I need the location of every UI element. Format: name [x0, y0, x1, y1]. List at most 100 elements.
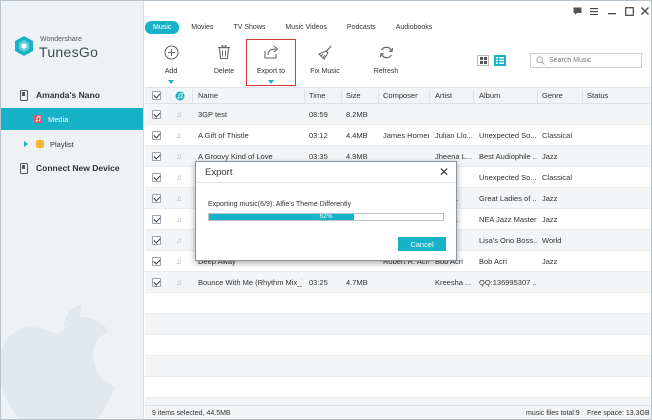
plus-icon	[163, 44, 179, 60]
cell-album: Best Audiophile ...	[479, 151, 537, 161]
phone-icon	[20, 162, 28, 174]
column-time[interactable]: Time	[309, 88, 325, 103]
cell-album: Lisa's Ono Boss...	[479, 235, 537, 245]
cell-artist: Kreesha ...	[435, 277, 472, 287]
empty-row	[145, 356, 651, 377]
cell-size: 4.4MB	[346, 130, 368, 140]
minimize-icon[interactable]	[607, 6, 617, 16]
music-files-total: music files total:9	[526, 410, 580, 417]
cell-genre: Jazz	[542, 214, 558, 224]
music-note-icon: ♫	[176, 277, 182, 287]
sidebar-item-media[interactable]: Media	[1, 108, 143, 130]
tab-music[interactable]: Music	[145, 21, 180, 34]
cell-size: 4.7MB	[346, 277, 368, 287]
cell-size: 8.2MB	[346, 109, 368, 119]
add-dropdown-icon[interactable]	[168, 80, 174, 84]
playlist-icon	[36, 140, 44, 148]
export-dialog: Export ✕ Exporting music(6/9): Alfie's T…	[195, 161, 457, 261]
column-composer[interactable]: Composer	[383, 88, 418, 103]
select-all-checkbox[interactable]	[152, 88, 161, 103]
cell-genre: Jazz	[542, 193, 558, 203]
search-box[interactable]	[530, 53, 642, 68]
add-button[interactable]: Add	[146, 40, 196, 84]
export-to-button[interactable]: Export to	[246, 39, 296, 86]
delete-button[interactable]: Delete	[199, 40, 249, 84]
music-note-icon: ♫	[176, 214, 182, 224]
music-note-icon: ♫	[176, 151, 182, 161]
export-progress-bar: 62%	[208, 213, 444, 221]
row-checkbox[interactable]	[152, 167, 161, 187]
search-input[interactable]	[549, 57, 637, 64]
broom-icon	[317, 44, 333, 60]
column-name[interactable]: Name	[198, 88, 218, 103]
music-note-icon: ♫	[176, 172, 182, 182]
selection-summary: 9 items selected, 44.5MB	[152, 410, 231, 417]
export-icon	[263, 44, 279, 60]
sidebar-item-playlist[interactable]: Playlist	[1, 133, 143, 155]
delete-label: Delete	[213, 68, 235, 75]
close-icon[interactable]: ✕	[439, 165, 449, 179]
row-checkbox[interactable]	[152, 251, 161, 271]
export-label: Export to	[256, 68, 285, 75]
media-tabs: Music Movies TV Shows Music Videos Podca…	[145, 21, 440, 37]
close-window-icon[interactable]	[640, 6, 650, 16]
row-checkbox[interactable]	[152, 146, 161, 166]
tab-podcasts[interactable]: Podcasts	[339, 21, 384, 34]
export-dropdown-icon[interactable]	[268, 80, 274, 84]
row-checkbox[interactable]	[152, 209, 161, 229]
row-checkbox[interactable]	[152, 272, 161, 292]
cell-time: 08:59	[309, 109, 328, 119]
table-header: Name Time Size Composer Artist Album Gen…	[145, 87, 651, 104]
sidebar: Wondershare TunesGo Amanda's Nano Media …	[1, 1, 144, 419]
refresh-button[interactable]: Refresh	[361, 40, 411, 84]
cell-genre	[542, 104, 582, 124]
refresh-icon	[378, 44, 394, 60]
app-logo: Wondershare TunesGo	[13, 33, 133, 61]
grid-view-icon[interactable]	[477, 55, 489, 66]
tab-audiobooks[interactable]: Audiobooks	[388, 21, 441, 34]
cell-artist: Julian Llo...	[435, 130, 473, 140]
expand-caret-icon[interactable]	[24, 141, 28, 147]
cell-album: Unexpected So...	[479, 172, 537, 182]
status-bar: 9 items selected, 44.5MB music files tot…	[145, 405, 651, 419]
music-note-icon: ♫	[176, 256, 182, 266]
cell-composer	[383, 272, 429, 292]
row-checkbox[interactable]	[152, 230, 161, 250]
column-size[interactable]: Size	[346, 88, 361, 103]
list-view-icon[interactable]	[494, 55, 506, 66]
menu-icon[interactable]	[589, 6, 599, 16]
table-row[interactable]: ♫ A Gift of Thistle 03:12 4.4MB James Horner…	[145, 125, 651, 146]
column-separator	[473, 90, 474, 103]
export-message: Exporting music(6/9): Alfie's Theme Diff…	[208, 201, 352, 208]
column-separator	[341, 90, 342, 103]
message-icon[interactable]	[572, 6, 582, 16]
music-note-icon: ♫	[176, 193, 182, 203]
device-amandas-nano[interactable]: Amanda's Nano	[1, 85, 143, 105]
column-artist[interactable]: Artist	[435, 88, 452, 103]
free-space: Free space: 13.3GB	[587, 410, 650, 417]
column-album[interactable]: Album	[479, 88, 500, 103]
table-row[interactable]: ♫ 3GP test 08:59 8.2MB	[145, 104, 651, 125]
tab-movies[interactable]: Movies	[183, 21, 221, 34]
cell-genre: World	[542, 235, 562, 245]
cell-genre	[542, 272, 582, 292]
cell-composer	[383, 104, 429, 124]
table-row[interactable]: ♫ Bounce With Me (Rhythm Mix_) [03:25 4.7M…	[145, 272, 651, 293]
cell-name: A Gift of Thistle	[198, 130, 249, 140]
row-checkbox[interactable]	[152, 104, 161, 124]
column-genre[interactable]: Genre	[542, 88, 563, 103]
empty-row	[145, 398, 651, 405]
connect-new-device[interactable]: Connect New Device	[1, 158, 143, 178]
tab-music-videos[interactable]: Music Videos	[277, 21, 335, 34]
sidebar-item-label: Playlist	[50, 139, 74, 149]
fix-music-button[interactable]: Fix Music	[300, 40, 350, 84]
maximize-icon[interactable]	[624, 6, 634, 16]
row-checkbox[interactable]	[152, 188, 161, 208]
cell-album: Bob Acri	[479, 256, 507, 266]
tab-tv-shows[interactable]: TV Shows	[225, 21, 273, 34]
cell-artist	[435, 104, 473, 124]
cancel-button[interactable]: Cancel	[398, 237, 446, 251]
column-separator	[192, 90, 193, 103]
column-status[interactable]: Status	[587, 88, 608, 103]
row-checkbox[interactable]	[152, 125, 161, 145]
